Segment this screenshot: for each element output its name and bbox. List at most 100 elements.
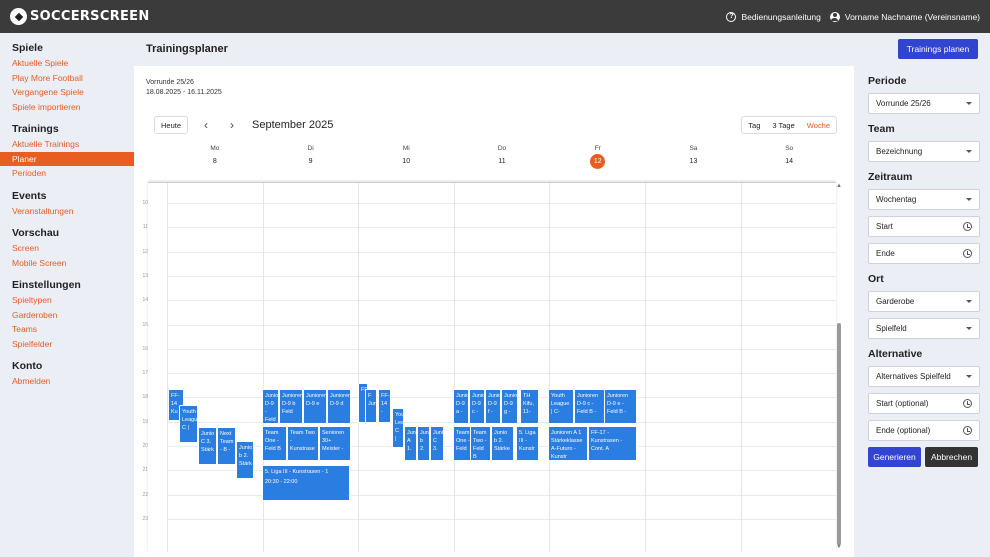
caret-down-icon	[966, 327, 972, 330]
training-event[interactable]: Junio D-9 a -	[453, 389, 469, 424]
training-event[interactable]: Next Team - B -	[217, 427, 236, 465]
nav-item[interactable]: Screen	[0, 241, 134, 256]
day-column-header[interactable]: So 14	[741, 143, 837, 173]
scroll-up-icon[interactable]: ▲	[836, 183, 842, 189]
spielfeld-select[interactable]: Spielfeld	[868, 318, 980, 339]
training-event[interactable]: Junio b 2. Stärke	[491, 426, 514, 461]
nav-item[interactable]: Planer	[0, 151, 134, 166]
nav-item[interactable]: Aktuelle Trainings	[0, 137, 134, 152]
training-event[interactable]: Junioren D-9 c - Feld B -	[574, 389, 605, 424]
nav-item[interactable]: Perioden	[0, 166, 134, 181]
event-title: Junioren A 1 Stärkeklasse A-Futuro - Kun…	[551, 430, 583, 460]
periode-select[interactable]: Vorrunde 25/26	[868, 93, 980, 114]
nav-item[interactable]: Garderoben	[0, 308, 134, 323]
hour-label: 16	[142, 345, 148, 352]
plan-trainings-button[interactable]: Trainings planen	[898, 39, 978, 59]
training-event[interactable]: Senioren 30+ Meister -	[319, 426, 351, 461]
day-column-header[interactable]: Sa 13	[646, 143, 742, 173]
user-name[interactable]: Vorname Nachname (Vereinsname)	[845, 12, 980, 22]
nav-item[interactable]: Spieltypen	[0, 293, 134, 308]
alt-start-field[interactable]: Start (optional)	[868, 393, 980, 414]
training-event[interactable]: Juni A 1.	[404, 426, 417, 461]
training-event[interactable]: FF-17 - Kunstrasen - Cont. A	[588, 426, 637, 461]
scrollbar-thumb[interactable]	[837, 323, 841, 545]
training-event[interactable]: Juni C 3.	[430, 426, 444, 461]
end-time-field[interactable]: Ende	[868, 243, 980, 264]
training-event[interactable]: Junioren A 1 Stärkeklasse A-Futuro - Kun…	[548, 426, 588, 461]
nav-section: Vorschau Screen Mobile Screen	[0, 227, 134, 270]
caret-down-icon	[966, 102, 972, 105]
day-number: 13	[689, 158, 698, 165]
hour-label: 13	[142, 272, 148, 279]
day-divider	[645, 183, 646, 552]
day-column-header[interactable]: Di 9	[263, 143, 359, 173]
training-event[interactable]: Junio C 3. Stärk	[198, 427, 217, 465]
chevron-left-icon[interactable]: ‹	[198, 118, 214, 132]
nav-item[interactable]: Teams	[0, 322, 134, 337]
day-name: Fr	[594, 145, 601, 152]
training-event[interactable]: TH Kifu, 11-	[520, 389, 539, 424]
training-event[interactable]: Junio D-9 - Feld	[262, 389, 279, 424]
generate-button[interactable]: Generieren	[868, 447, 921, 467]
nav-item[interactable]: Abmelden	[0, 374, 134, 389]
event-title: 5. Liga III - Kunstr	[519, 430, 536, 452]
clock-icon	[963, 399, 972, 408]
team-select[interactable]: Bezeichnung	[868, 141, 980, 162]
view-day[interactable]: Tag	[742, 117, 766, 133]
day-column-header[interactable]: Mo 8	[167, 143, 263, 173]
hour-label: 10	[142, 200, 148, 206]
chevron-right-icon[interactable]: ›	[224, 118, 240, 132]
training-event[interactable]: FF-14 -	[378, 389, 391, 423]
nav-item[interactable]: Veranstaltungen	[0, 204, 134, 219]
training-event[interactable]: Junio D-9 g -	[501, 389, 518, 424]
cancel-button[interactable]: Abbrechen	[925, 447, 978, 467]
training-event[interactable]: Team One - Feld B	[262, 426, 287, 461]
weekday-select[interactable]: Wochentag	[868, 189, 980, 210]
day-column-header[interactable]: Mi 10	[358, 143, 454, 173]
day-name: Di	[307, 145, 314, 152]
training-event[interactable]: Junioren D-9 d	[327, 389, 351, 424]
clock-icon	[963, 249, 972, 258]
start-time-field[interactable]: Start	[868, 216, 980, 237]
nav-item[interactable]: Mobile Screen	[0, 256, 134, 271]
training-event[interactable]: F Jun	[365, 389, 377, 423]
view-3days[interactable]: 3 Tage	[766, 117, 800, 133]
training-event[interactable]: Junio b 2. Stärk	[236, 441, 254, 479]
today-button[interactable]: Heute	[154, 116, 189, 134]
day-column-header[interactable]: Fr 12	[550, 143, 646, 173]
training-event[interactable]: Team Two - Feld B	[470, 426, 491, 461]
nav-item[interactable]: Spiele importieren	[0, 100, 134, 115]
nav-item[interactable]: Aktuelle Spiele	[0, 56, 134, 71]
alt-spielfeld-select[interactable]: Alternatives Spielfeld	[868, 366, 980, 387]
zeitraum-label: Zeitraum	[868, 171, 913, 183]
training-event[interactable]: Team Two - Kunstrase	[287, 426, 319, 461]
training-event[interactable]: Junioren D-9 b Feld	[279, 389, 303, 424]
training-event[interactable]: 5. Liga III - Kunstr	[516, 426, 539, 461]
nav-item[interactable]: Play More Football	[0, 71, 134, 86]
nav-item[interactable]: Spielfelder	[0, 337, 134, 352]
calendar-grid[interactable]: 10 11 12 13 14 15 16 17 18 19 20 21 22 23 FF-14 Ku Yout…	[142, 182, 836, 552]
training-event[interactable]: Junioren D-9 e - Feld B -	[604, 389, 637, 424]
alt-end-field[interactable]: Ende (optional)	[868, 420, 980, 441]
calendar-nav: Heute ‹ › September 2025	[154, 116, 333, 134]
training-event[interactable]: You Lea C |	[392, 408, 404, 448]
nav-item[interactable]: Vergangene Spiele	[0, 85, 134, 100]
training-event[interactable]: Youth League | C-	[548, 389, 574, 424]
nav-section-title: Konto	[12, 360, 43, 372]
brand-logo[interactable]: SOCCERSCREEN	[10, 8, 150, 25]
day-column-header[interactable]: Do 11	[454, 143, 550, 173]
view-week[interactable]: Woche	[801, 117, 836, 133]
training-event[interactable]: Juni b 2.	[417, 426, 430, 461]
alternative-label: Alternative	[868, 348, 923, 360]
training-event[interactable]: Youth League C |	[179, 405, 198, 443]
manual-link[interactable]: Bedienungsanleitung	[741, 12, 820, 22]
garderobe-select[interactable]: Garderobe	[868, 291, 980, 312]
training-event[interactable]: 5. Liga III - Kunstrasen - 1 20:30 - 22:0…	[262, 465, 350, 501]
training-event[interactable]: Junio D-9 f -	[485, 389, 501, 424]
training-event[interactable]: Junio D-9 c -	[469, 389, 485, 424]
training-event[interactable]: Junioren D-9 e	[303, 389, 327, 424]
calendar-scrollbar[interactable]: ▲ ▼	[836, 183, 842, 550]
scroll-down-icon[interactable]: ▼	[836, 544, 842, 550]
hour-label: 22	[142, 491, 148, 498]
event-title: 5. Liga III - Kunstrasen - 1	[265, 469, 329, 475]
